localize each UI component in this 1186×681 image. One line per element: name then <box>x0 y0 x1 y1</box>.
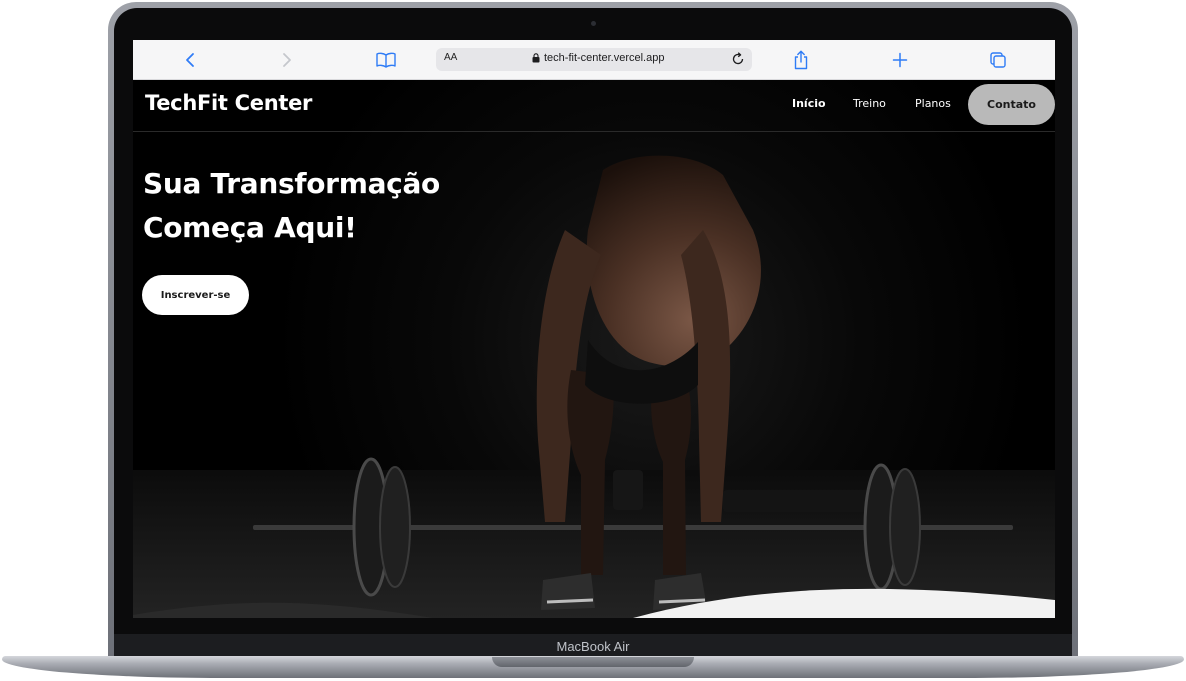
book-icon[interactable] <box>374 48 398 72</box>
brand-logo[interactable]: TechFit Center <box>145 91 312 115</box>
hero-title-line2: Começa Aqui! <box>143 211 357 244</box>
nav-link-treino[interactable]: Treino <box>853 97 886 110</box>
web-page: TechFit Center Início Treino Planos Cont… <box>133 80 1055 618</box>
contact-button[interactable]: Contato <box>968 84 1055 125</box>
webcam <box>591 21 596 26</box>
nav-link-inicio[interactable]: Início <box>792 97 826 110</box>
hero-title: Sua Transformação Começa Aqui! <box>143 162 563 250</box>
browser-toolbar: AA tech-fit-center.vercel.app <box>133 40 1055 80</box>
share-icon[interactable] <box>789 48 813 72</box>
chevron-left-icon[interactable] <box>178 48 202 72</box>
plus-icon[interactable] <box>888 48 912 72</box>
base-notch <box>492 657 694 667</box>
tabs-icon[interactable] <box>986 48 1010 72</box>
signup-button[interactable]: Inscrever-se <box>142 275 249 315</box>
screen: AA tech-fit-center.vercel.app TechFit Ce… <box>133 40 1055 618</box>
url-text: tech-fit-center.vercel.app <box>544 52 665 64</box>
nav-link-planos[interactable]: Planos <box>915 97 951 110</box>
chevron-right-icon[interactable] <box>275 48 299 72</box>
address-bar[interactable]: AA tech-fit-center.vercel.app <box>436 48 752 71</box>
site-header: TechFit Center Início Treino Planos Cont… <box>133 80 1055 132</box>
url-display[interactable]: tech-fit-center.vercel.app <box>532 52 664 64</box>
device-model-label: MacBook Air <box>556 639 630 654</box>
hero-background-image <box>133 80 1055 618</box>
lock-icon <box>532 53 540 63</box>
reload-icon[interactable] <box>729 50 747 68</box>
hero-title-line1: Sua Transformação <box>143 167 440 200</box>
text-size-button[interactable]: AA <box>444 52 457 63</box>
